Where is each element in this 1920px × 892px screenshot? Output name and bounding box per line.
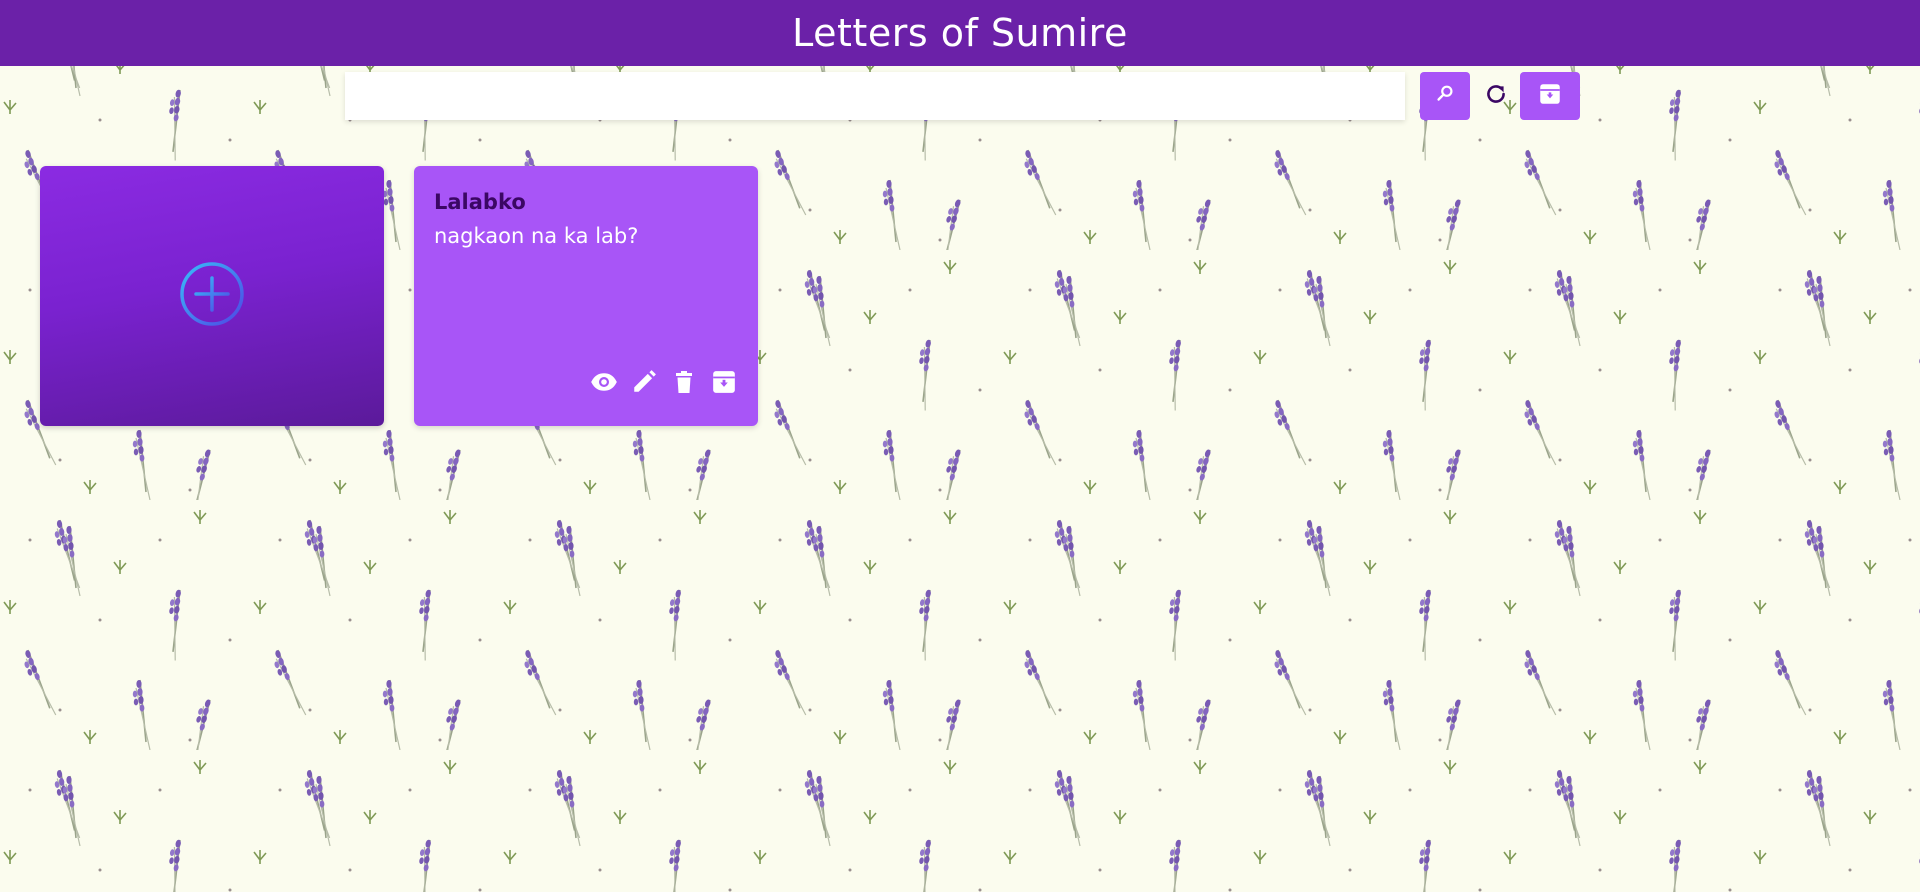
app-header: Letters of Sumire <box>0 0 1920 66</box>
refresh-button[interactable] <box>1480 80 1512 112</box>
search-input[interactable] <box>345 72 1405 120</box>
note-actions <box>590 368 738 396</box>
search-button[interactable] <box>1420 72 1470 120</box>
edit-icon[interactable] <box>630 368 658 396</box>
archive-icon <box>1537 81 1563 111</box>
note-card[interactable]: Lalabko nagkaon na ka lab? <box>414 166 758 426</box>
app-title: Letters of Sumire <box>792 11 1128 55</box>
add-circle-icon <box>178 260 246 332</box>
archive-note-icon[interactable] <box>710 368 738 396</box>
view-icon[interactable] <box>590 368 618 396</box>
search-icon <box>1434 83 1456 109</box>
delete-icon[interactable] <box>670 368 698 396</box>
note-body: nagkaon na ka lab? <box>434 224 639 248</box>
add-note-card[interactable] <box>40 166 384 426</box>
archive-view-button[interactable] <box>1520 72 1580 120</box>
page: Letters of Sumire Lalabko nagkaon na ka … <box>0 0 1920 892</box>
lavender-background-pattern <box>0 0 1920 892</box>
refresh-icon <box>1483 81 1509 111</box>
note-title: Lalabko <box>434 190 526 214</box>
